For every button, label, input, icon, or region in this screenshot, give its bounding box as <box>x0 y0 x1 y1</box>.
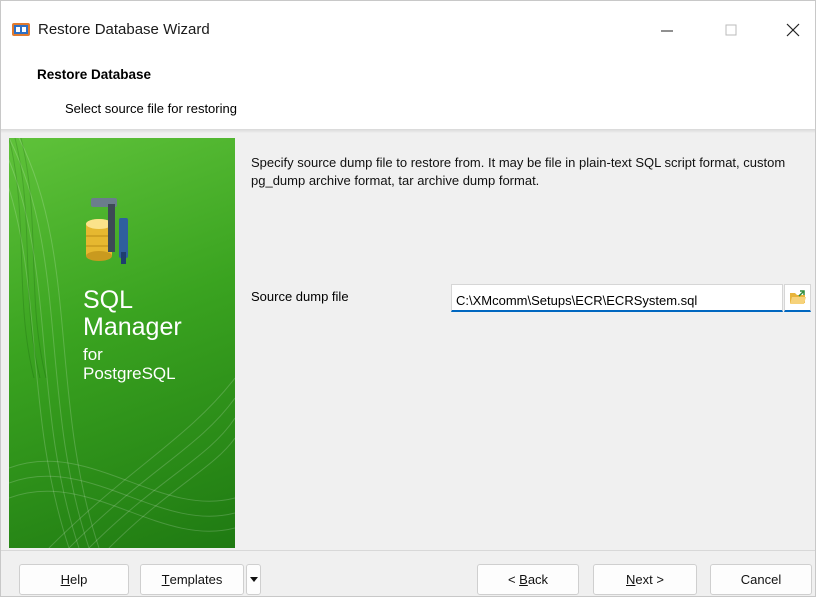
back-prefix: < <box>507 572 520 587</box>
wizard-header: Restore Database Select source file for … <box>1 59 815 129</box>
title-bar: Restore Database Wizard <box>1 1 815 59</box>
templates-dropdown-button[interactable] <box>246 564 261 595</box>
next-mnemonic: N <box>626 572 636 587</box>
caret-down-icon <box>249 576 258 582</box>
templates-label: emplates <box>169 572 223 587</box>
source-dump-file-label: Source dump file <box>251 289 349 304</box>
next-label: ext > <box>635 572 664 587</box>
folder-open-icon <box>789 290 806 304</box>
back-button[interactable]: < Back <box>477 564 579 595</box>
source-dump-file-input[interactable] <box>451 284 783 312</box>
back-mnemonic: B <box>519 572 528 587</box>
header-divider <box>1 129 815 133</box>
restore-database-wizard-window: Restore Database Wizard Restore Database… <box>0 0 816 597</box>
templates-button[interactable]: Templates <box>140 564 244 595</box>
brand-for: for <box>83 345 103 364</box>
step-subtitle: Select source file for restoring <box>65 101 237 116</box>
instruction-text: Specify source dump file to restore from… <box>251 155 786 188</box>
close-icon <box>786 23 800 37</box>
cancel-button[interactable]: Cancel <box>710 564 812 595</box>
brand-postgresql: PostgreSQL <box>83 364 176 383</box>
next-button[interactable]: Next > <box>593 564 697 595</box>
cancel-label: Cancel <box>740 572 782 587</box>
help-mnemonic: H <box>60 572 71 587</box>
help-button[interactable]: Help <box>19 564 129 595</box>
product-banner: SQL Manager for PostgreSQL <box>9 138 235 548</box>
footer-divider <box>1 550 815 551</box>
window-title: Restore Database Wizard <box>38 21 210 38</box>
brand-sql: SQL <box>83 286 134 314</box>
minimize-icon <box>661 30 673 32</box>
templates-mnemonic: T <box>161 572 170 587</box>
wizard-content: Specify source dump file to restore from… <box>235 138 815 548</box>
database-tools-icon <box>86 198 128 264</box>
brand-manager: Manager <box>83 313 182 341</box>
step-title: Restore Database <box>37 67 152 82</box>
browse-file-button[interactable] <box>784 284 811 312</box>
minimize-button[interactable] <box>649 15 685 45</box>
back-label: ack <box>527 572 549 587</box>
app-icon <box>12 23 30 36</box>
help-label: elp <box>70 572 88 587</box>
close-button[interactable] <box>775 15 811 45</box>
maximize-button[interactable] <box>713 15 749 45</box>
maximize-icon <box>725 24 737 36</box>
